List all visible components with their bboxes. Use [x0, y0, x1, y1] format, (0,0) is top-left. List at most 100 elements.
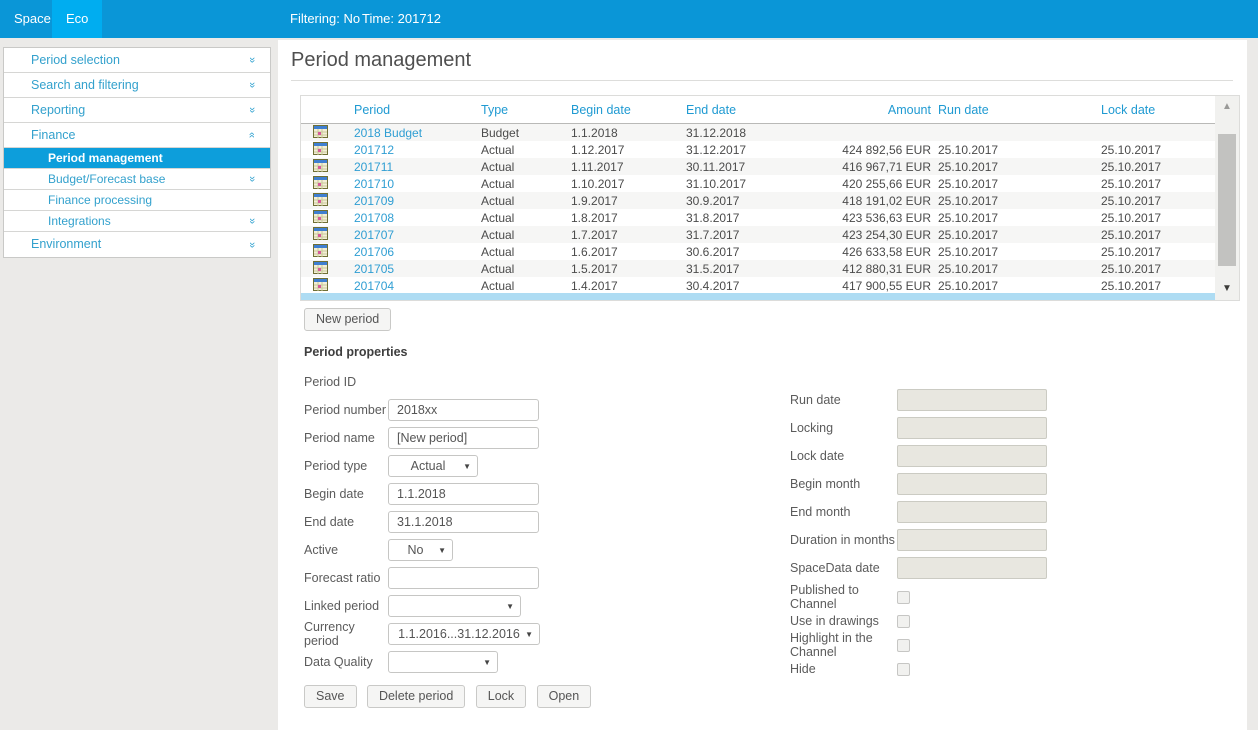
sidebar-item-environment[interactable]: Environment »	[4, 232, 270, 257]
table-row[interactable]: 201707 Actual 1.7.2017 31.7.2017 423 254…	[301, 226, 1215, 243]
run-date-label: Run date	[790, 393, 897, 407]
cell-begin-date: 1.11.2017	[571, 160, 686, 174]
sidebar-item-label: Integrations	[48, 214, 111, 228]
column-header-amount[interactable]: Amount	[794, 103, 931, 117]
sidebar-item-period-selection[interactable]: Period selection »	[4, 48, 270, 73]
use-in-drawings-label: Use in drawings	[790, 614, 897, 628]
main-panel: Period management Period Type Begin date…	[278, 40, 1247, 730]
cell-run-date: 25.10.2017	[931, 177, 1094, 191]
period-link[interactable]: 201706	[354, 245, 394, 259]
period-link[interactable]: 2018 Budget	[354, 126, 422, 140]
table-row[interactable]: 201709 Actual 1.9.2017 30.9.2017 418 191…	[301, 192, 1215, 209]
table-row[interactable]: 201711 Actual 1.11.2017 30.11.2017 416 9…	[301, 158, 1215, 175]
chevron-double-down-icon: »	[246, 54, 258, 66]
period-link[interactable]: 201708	[354, 211, 394, 225]
column-header-begin-date[interactable]: Begin date	[571, 103, 686, 117]
lock-button[interactable]: Lock	[476, 685, 526, 708]
period-calendar-icon	[301, 159, 354, 175]
column-header-lock-date[interactable]: Lock date	[1094, 103, 1215, 117]
scroll-down-icon[interactable]: ▼	[1215, 278, 1239, 300]
period-link[interactable]: 201710	[354, 177, 394, 191]
tab-eco[interactable]: Eco	[52, 0, 102, 38]
cell-begin-date: 1.12.2017	[571, 143, 686, 157]
chevron-double-up-icon: »	[246, 129, 258, 141]
column-header-type[interactable]: Type	[481, 103, 571, 117]
sidebar-item-finance-processing[interactable]: Finance processing	[4, 190, 270, 211]
period-properties-heading: Period properties	[304, 345, 604, 359]
cell-lock-date: 25.10.2017	[1094, 279, 1215, 293]
cell-end-date: 31.8.2017	[686, 211, 794, 225]
begin-date-label: Begin date	[304, 487, 388, 501]
period-calendar-icon	[301, 193, 354, 209]
period-link[interactable]: 201705	[354, 262, 394, 276]
sidebar-item-budget-forecast-base[interactable]: Budget/Forecast base »	[4, 169, 270, 190]
scroll-up-icon[interactable]: ▲	[1215, 96, 1239, 118]
sidebar-item-label: Finance	[31, 128, 75, 142]
scrollbar-thumb[interactable]	[1218, 134, 1236, 266]
begin-date-field[interactable]	[388, 483, 539, 505]
hide-checkbox[interactable]	[897, 663, 910, 676]
sidebar-item-search-and-filtering[interactable]: Search and filtering »	[4, 73, 270, 98]
period-type-select[interactable]: Actual ▼	[388, 455, 478, 477]
open-button[interactable]: Open	[537, 685, 592, 708]
period-number-field[interactable]	[388, 399, 539, 421]
cell-run-date: 25.10.2017	[931, 279, 1094, 293]
forecast-ratio-field[interactable]	[388, 567, 539, 589]
cell-run-date: 25.10.2017	[931, 143, 1094, 157]
period-link[interactable]: 201704	[354, 279, 394, 293]
end-date-field[interactable]	[388, 511, 539, 533]
data-quality-select[interactable]: ▼	[388, 651, 498, 673]
table-row[interactable]: 201705 Actual 1.5.2017 31.5.2017 412 880…	[301, 260, 1215, 277]
cell-end-date: 31.10.2017	[686, 177, 794, 191]
period-link[interactable]: 201709	[354, 194, 394, 208]
lock-date-field	[897, 445, 1047, 467]
locking-label: Locking	[790, 421, 897, 435]
period-link[interactable]: 201711	[354, 160, 393, 174]
column-header-end-date[interactable]: End date	[686, 103, 794, 117]
cell-type: Budget	[481, 126, 571, 140]
table-row[interactable]: 201708 Actual 1.8.2017 31.8.2017 423 536…	[301, 209, 1215, 226]
cell-begin-date: 1.1.2018	[571, 126, 686, 140]
hide-label: Hide	[790, 662, 897, 676]
spacedata-date-label: SpaceData date	[790, 561, 897, 575]
period-link[interactable]: 201707	[354, 228, 394, 242]
table-row[interactable]: 201712 Actual 1.12.2017 31.12.2017 424 8…	[301, 141, 1215, 158]
cell-type: Actual	[481, 211, 571, 225]
period-number-label: Period number	[304, 403, 388, 417]
sidebar-item-integrations[interactable]: Integrations »	[4, 211, 270, 232]
forecast-ratio-label: Forecast ratio	[304, 571, 388, 585]
cell-run-date: 25.10.2017	[931, 194, 1094, 208]
currency-period-select[interactable]: 1.1.2016...31.12.2016 ▼	[388, 623, 540, 645]
cell-end-date: 31.12.2018	[686, 126, 794, 140]
table-row[interactable]: 201706 Actual 1.6.2017 30.6.2017 426 633…	[301, 243, 1215, 260]
period-table: Period Type Begin date End date Amount R…	[300, 95, 1240, 301]
period-name-field[interactable]	[388, 427, 539, 449]
table-scrollbar[interactable]: ▲ ▼	[1215, 96, 1239, 300]
cell-begin-date: 1.7.2017	[571, 228, 686, 242]
cell-end-date: 31.7.2017	[686, 228, 794, 242]
highlight-in-the-channel-checkbox[interactable]	[897, 639, 910, 652]
save-button[interactable]: Save	[304, 685, 357, 708]
cell-lock-date: 25.10.2017	[1094, 262, 1215, 276]
linked-period-select[interactable]: ▼	[388, 595, 521, 617]
period-link[interactable]: 201712	[354, 143, 394, 157]
delete-period-button[interactable]: Delete period	[367, 685, 465, 708]
chevron-double-down-icon: »	[246, 79, 258, 91]
cell-begin-date: 1.4.2017	[571, 279, 686, 293]
table-row[interactable]: 201710 Actual 1.10.2017 31.10.2017 420 2…	[301, 175, 1215, 192]
table-row[interactable]: 2018 Budget Budget 1.1.2018 31.12.2018	[301, 124, 1215, 141]
sidebar-item-period-management[interactable]: Period management	[4, 148, 270, 169]
column-header-period[interactable]: Period	[354, 103, 481, 117]
sidebar-item-reporting[interactable]: Reporting »	[4, 98, 270, 123]
cell-run-date: 25.10.2017	[931, 211, 1094, 225]
new-period-button[interactable]: New period	[304, 308, 391, 331]
column-header-run-date[interactable]: Run date	[931, 103, 1094, 117]
active-select[interactable]: No ▼	[388, 539, 453, 561]
dropdown-arrow-icon: ▼	[483, 653, 491, 673]
sidebar-item-label: Environment	[31, 237, 101, 251]
table-row[interactable]: 201704 Actual 1.4.2017 30.4.2017 417 900…	[301, 277, 1215, 294]
use-in-drawings-checkbox[interactable]	[897, 615, 910, 628]
sidebar-item-label: Reporting	[31, 103, 85, 117]
sidebar-item-finance[interactable]: Finance »	[4, 123, 270, 148]
published-to-channel-checkbox[interactable]	[897, 591, 910, 604]
